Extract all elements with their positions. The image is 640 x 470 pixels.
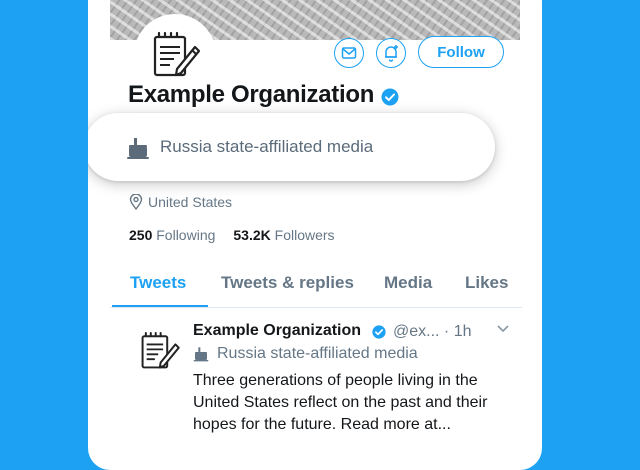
profile-name: Example Organization	[128, 81, 375, 108]
followers-link[interactable]: 53.2K Followers	[233, 227, 334, 243]
tweet-item[interactable]: Example Organization @ex... · 1h Russia …	[110, 308, 522, 448]
location-pin-icon	[129, 194, 143, 210]
podium-icon	[193, 347, 209, 362]
tweet-handle-time[interactable]: @ex... · 1h	[393, 323, 472, 341]
location-text: United States	[148, 194, 233, 210]
following-count: 250	[129, 227, 153, 243]
notepad-pen-icon	[153, 31, 201, 77]
tab-media[interactable]: Media	[384, 273, 432, 293]
state-media-label-callout: Russia state-affiliated media	[88, 113, 495, 181]
followers-label: Followers	[274, 227, 335, 243]
verified-badge-icon	[381, 88, 399, 106]
tweet-text: Three generations of people living in th…	[193, 372, 488, 433]
bell-plus-icon	[385, 45, 398, 62]
envelope-icon	[341, 47, 357, 59]
podium-icon	[127, 138, 149, 159]
following-link[interactable]: 250 Following	[129, 227, 215, 243]
phone-frame: Follow Example Organization Russia state…	[88, 0, 542, 470]
tweet-state-media-label: Russia state-affiliated media	[193, 345, 418, 363]
following-label: Following	[156, 227, 216, 243]
follow-button[interactable]: Follow	[418, 36, 504, 68]
follow-stats: 250 Following 53.2K Followers	[129, 227, 335, 243]
verified-badge-icon	[372, 325, 386, 339]
tweet-label-text: Russia state-affiliated media	[217, 345, 418, 362]
tab-tweets[interactable]: Tweets	[130, 273, 186, 293]
profile-location: United States	[129, 194, 232, 210]
notepad-pen-icon[interactable]	[136, 328, 182, 374]
tab-tweets-replies[interactable]: Tweets & replies	[221, 273, 354, 293]
chevron-down-icon[interactable]	[496, 324, 510, 334]
notify-button[interactable]	[376, 38, 406, 68]
state-media-label: Russia state-affiliated media	[160, 137, 374, 156]
message-button[interactable]	[334, 38, 364, 68]
followers-count: 53.2K	[233, 227, 271, 243]
tweet-author-name[interactable]: Example Organization	[193, 322, 361, 340]
tab-likes[interactable]: Likes	[465, 273, 508, 293]
profile-tabs: Tweets Tweets & replies Media Likes	[110, 267, 530, 307]
